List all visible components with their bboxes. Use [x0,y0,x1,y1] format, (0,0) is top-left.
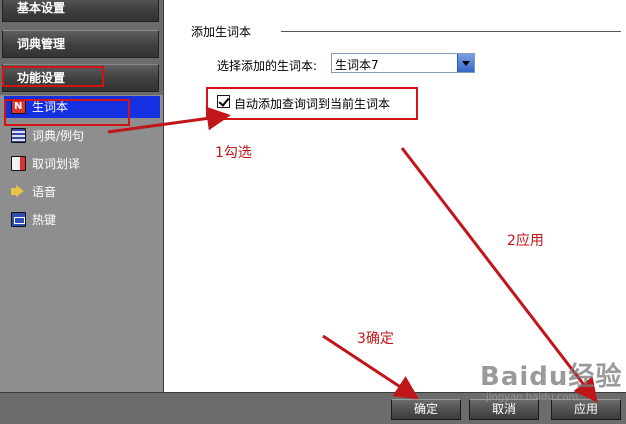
word-capture-icon [11,156,26,171]
annotation-step1: 1勾选 [215,145,252,161]
sidebar-item-label: 语音 [32,185,57,199]
sidebar-item-label: 取词划译 [32,157,81,171]
chevron-down-icon[interactable] [457,54,474,72]
category-basic-settings[interactable]: 基本设置 [2,0,159,22]
sidebar: 基本设置 词典管理 功能设置 生词本 词典/例句 取词划译 语音 热键 [0,0,164,392]
highlight-vocab-book [4,99,130,126]
sidebar-item-voice[interactable]: 语音 [4,181,160,203]
ok-button[interactable]: 确定 [391,399,461,420]
function-nav-list: 生词本 词典/例句 取词划译 语音 热键 [0,95,163,392]
category-dictionary-management[interactable]: 词典管理 [2,30,159,58]
annotation-step2: 2应用 [507,233,544,249]
sidebar-item-hotkey[interactable]: 热键 [4,209,160,231]
dictionary-icon [11,128,26,143]
baidu-watermark: Baidu经验 [480,362,623,392]
sidebar-item-word-capture[interactable]: 取词划译 [4,153,160,175]
select-vocab-label: 选择添加的生词本: [217,59,318,73]
vocab-book-select[interactable]: 生词本7 [331,53,475,73]
sidebar-item-label: 热键 [32,213,57,227]
annotation-step3: 3确定 [357,331,394,347]
baidu-watermark-url: jingyan.baidu.com [486,392,579,403]
group-title: 添加生词本 [191,25,252,39]
group-divider [281,31,621,32]
settings-panel: 添加生词本 选择添加的生词本: 生词本7 自动添加查询词到当前生词本 [165,0,626,392]
highlight-function-settings [2,66,104,87]
highlight-auto-add-checkbox [206,87,418,120]
sidebar-item-label: 词典/例句 [32,129,85,143]
select-value: 生词本7 [335,58,379,72]
hotkey-icon [11,212,26,227]
speaker-icon [11,184,26,199]
sidebar-item-dictionary-examples[interactable]: 词典/例句 [4,125,160,147]
